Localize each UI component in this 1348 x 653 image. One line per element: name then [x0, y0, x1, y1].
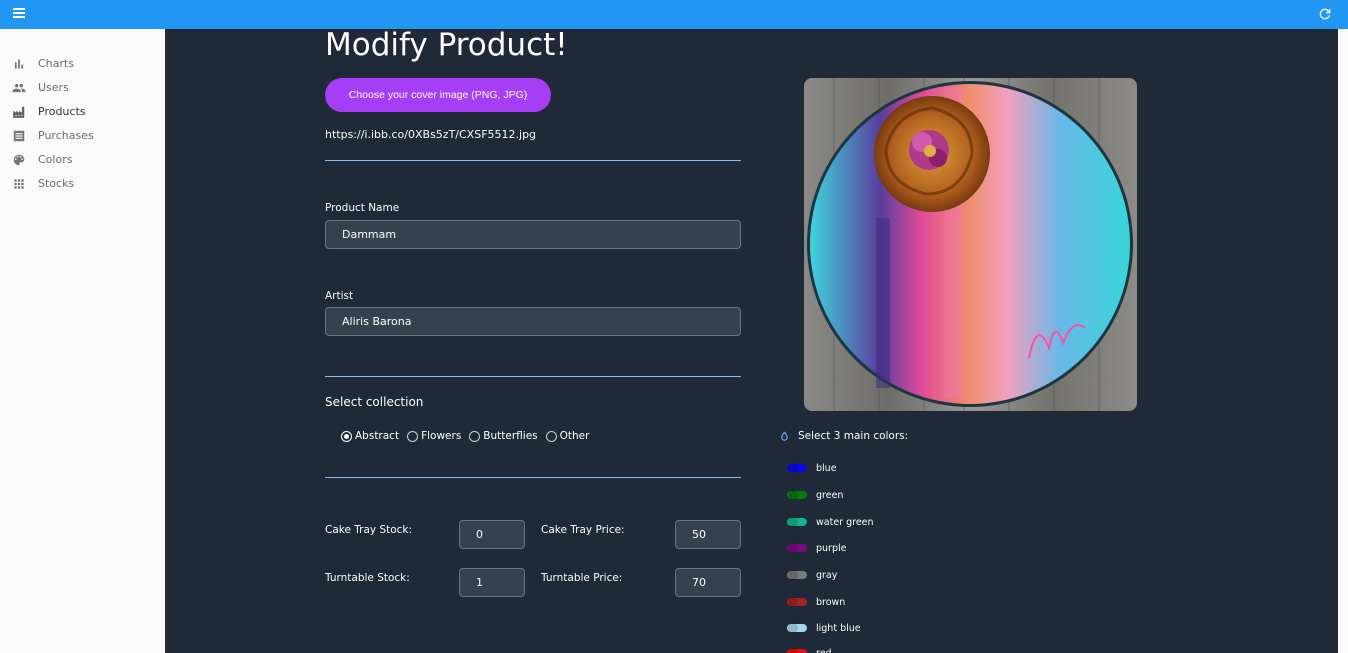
- sidebar-item-label: Colors: [38, 153, 73, 166]
- sidebar-item-label: Products: [38, 105, 86, 118]
- toggle-switch[interactable]: [787, 597, 807, 607]
- toggle-switch[interactable]: [787, 648, 807, 653]
- sidebar-item-label: Stocks: [38, 177, 75, 190]
- radio-label: Butterflies: [483, 430, 538, 442]
- colors-header: Select 3 main colors:: [779, 429, 908, 443]
- radio-label: Flowers: [421, 430, 462, 442]
- sidebar-item-label: Purchases: [38, 129, 94, 142]
- color-toggle-blue[interactable]: blue: [787, 461, 837, 475]
- turntable-price-input[interactable]: [675, 568, 741, 597]
- radio-unchecked-icon[interactable]: [545, 430, 557, 442]
- drop-icon: [781, 430, 788, 441]
- turntable-price-label: Turntable Price:: [541, 572, 623, 584]
- sidebar-item-users[interactable]: Users: [0, 76, 165, 100]
- product-cover-image: [804, 78, 1137, 411]
- toggle-switch[interactable]: [787, 570, 807, 580]
- color-label: green: [816, 489, 844, 501]
- sidebar-item-products[interactable]: Products: [0, 100, 165, 124]
- sidebar-nav: Charts Users Products Purchases Colors S…: [0, 29, 165, 653]
- hamburger-menu-icon[interactable]: [13, 8, 27, 20]
- toggle-switch[interactable]: [787, 543, 807, 553]
- toggle-switch[interactable]: [787, 623, 807, 633]
- factory-icon: [13, 106, 25, 118]
- cake-tray-price-label: Cake Tray Price:: [541, 524, 625, 536]
- color-toggle-brown[interactable]: brown: [787, 595, 845, 609]
- sidebar-item-colors[interactable]: Colors: [0, 148, 165, 172]
- radio-unchecked-icon[interactable]: [469, 430, 481, 442]
- divider: [325, 160, 741, 161]
- color-label: red: [816, 647, 832, 653]
- collection-radio-group: Abstract Flowers Butterflies Other: [341, 429, 597, 443]
- radio-checked-icon[interactable]: [341, 430, 352, 442]
- palette-icon: [13, 154, 25, 166]
- toggle-switch[interactable]: [787, 517, 807, 527]
- choose-cover-image-button[interactable]: Choose your cover image (PNG, JPG): [325, 78, 551, 112]
- radio-unchecked-icon[interactable]: [407, 430, 419, 442]
- cake-tray-price-input[interactable]: [675, 520, 741, 549]
- turntable-stock-input[interactable]: [459, 568, 525, 597]
- color-toggle-purple[interactable]: purple: [787, 541, 846, 555]
- main-content: Modify Product! Choose your cover image …: [165, 27, 1338, 653]
- color-toggle-green[interactable]: green: [787, 488, 843, 502]
- divider: [325, 376, 741, 377]
- sidebar-item-charts[interactable]: Charts: [0, 52, 165, 76]
- colors-header-label: Select 3 main colors:: [798, 430, 909, 442]
- radio-label: Abstract: [355, 430, 400, 442]
- color-toggle-water-green[interactable]: water green: [787, 515, 874, 529]
- color-toggle-red[interactable]: red: [787, 646, 832, 653]
- color-label: gray: [816, 569, 838, 581]
- cake-tray-stock-label: Cake Tray Stock:: [325, 524, 413, 536]
- color-toggle-gray[interactable]: gray: [787, 568, 837, 582]
- radio-abstract[interactable]: Abstract: [341, 430, 399, 442]
- color-label: purple: [816, 542, 847, 554]
- radio-butterflies[interactable]: Butterflies: [469, 430, 538, 442]
- collection-title: Select collection: [325, 395, 424, 409]
- divider: [325, 477, 741, 478]
- right-edge-strip: [1338, 29, 1348, 653]
- toggle-switch[interactable]: [787, 463, 807, 473]
- list-icon: [13, 130, 25, 142]
- toggle-switch[interactable]: [787, 490, 807, 500]
- top-app-bar: [0, 0, 1348, 29]
- color-label: brown: [816, 596, 846, 608]
- bar-chart-icon: [14, 59, 24, 69]
- radio-flowers[interactable]: Flowers: [407, 430, 461, 442]
- product-name-label: Product Name: [325, 202, 400, 214]
- color-label: light blue: [816, 622, 861, 634]
- product-name-input[interactable]: [325, 220, 741, 249]
- cover-url-text: https://i.ibb.co/0XBs5zT/CXSF5512.jpg: [325, 128, 537, 141]
- users-icon: [12, 83, 26, 93]
- turntable-stock-label: Turntable Stock:: [325, 572, 410, 584]
- page-title: Modify Product!: [325, 27, 568, 63]
- radio-other[interactable]: Other: [545, 430, 590, 442]
- color-toggle-light-blue[interactable]: light blue: [787, 621, 861, 635]
- sidebar-item-label: Charts: [38, 57, 74, 70]
- sidebar-item-stocks[interactable]: Stocks: [0, 172, 165, 196]
- color-label: water green: [816, 516, 874, 528]
- color-label: blue: [816, 462, 837, 474]
- grid-icon: [14, 179, 24, 189]
- artist-input[interactable]: [325, 307, 741, 336]
- radio-label: Other: [559, 430, 590, 442]
- refresh-icon[interactable]: [1317, 6, 1333, 22]
- artist-label: Artist: [325, 290, 354, 302]
- sidebar-item-purchases[interactable]: Purchases: [0, 124, 165, 148]
- sidebar-item-label: Users: [38, 81, 69, 94]
- cake-tray-stock-input[interactable]: [459, 520, 525, 549]
